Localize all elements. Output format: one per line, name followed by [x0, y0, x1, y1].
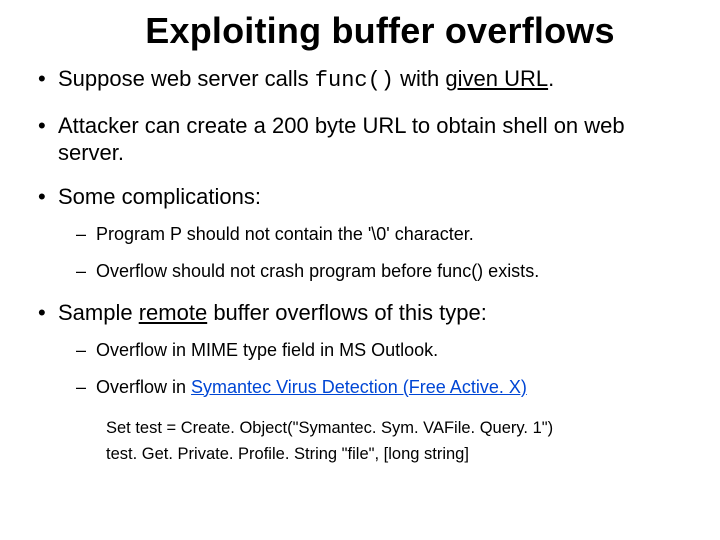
bullet-2-text: Attacker can create a 200 byte URL to ob…	[58, 113, 625, 165]
bullet-3-sub-1-text: Program P should not contain the '\0' ch…	[96, 224, 474, 244]
bullet-3-sub-2-text: Overflow should not crash program before…	[96, 261, 539, 281]
bullet-4-text-a: Sample	[58, 300, 139, 325]
bullet-4-sub-2: Overflow in Symantec Virus Detection (Fr…	[76, 376, 696, 399]
bullet-4-text-b: buffer overflows of this type:	[207, 300, 487, 325]
code-block: Set test = Create. Object("Symantec. Sym…	[106, 416, 696, 467]
bullet-3-sublist: Program P should not contain the '\0' ch…	[58, 223, 696, 282]
bullet-1: Suppose web server calls func() with giv…	[36, 66, 696, 95]
bullet-1-text-c: .	[548, 66, 554, 91]
bullet-1-given-url: given URL	[445, 66, 548, 91]
bullet-list: Suppose web server calls func() with giv…	[24, 66, 696, 398]
bullet-3-sub-1: Program P should not contain the '\0' ch…	[76, 223, 696, 246]
bullet-4-sub-2-text-a: Overflow in	[96, 377, 191, 397]
bullet-1-text-b: with	[394, 66, 445, 91]
bullet-2: Attacker can create a 200 byte URL to ob…	[36, 113, 696, 167]
bullet-3-sub-2: Overflow should not crash program before…	[76, 260, 696, 283]
code-line-1: Set test = Create. Object("Symantec. Sym…	[106, 416, 696, 442]
bullet-3: Some complications: Program P should not…	[36, 184, 696, 282]
bullet-4-remote: remote	[139, 300, 207, 325]
slide-title: Exploiting buffer overflows	[64, 10, 696, 52]
bullet-4: Sample remote buffer overflows of this t…	[36, 300, 696, 398]
bullet-1-text-a: Suppose web server calls	[58, 66, 315, 91]
bullet-4-sublist: Overflow in MIME type field in MS Outloo…	[58, 339, 696, 398]
bullet-4-sub-1: Overflow in MIME type field in MS Outloo…	[76, 339, 696, 362]
bullet-4-sub-1-text: Overflow in MIME type field in MS Outloo…	[96, 340, 438, 360]
bullet-3-text: Some complications:	[58, 184, 261, 209]
bullet-1-func: func()	[315, 68, 394, 93]
slide: Exploiting buffer overflows Suppose web …	[0, 0, 720, 540]
code-line-2: test. Get. Private. Profile. String "fil…	[106, 442, 696, 468]
symantec-link[interactable]: Symantec Virus Detection (Free Active. X…	[191, 377, 527, 397]
